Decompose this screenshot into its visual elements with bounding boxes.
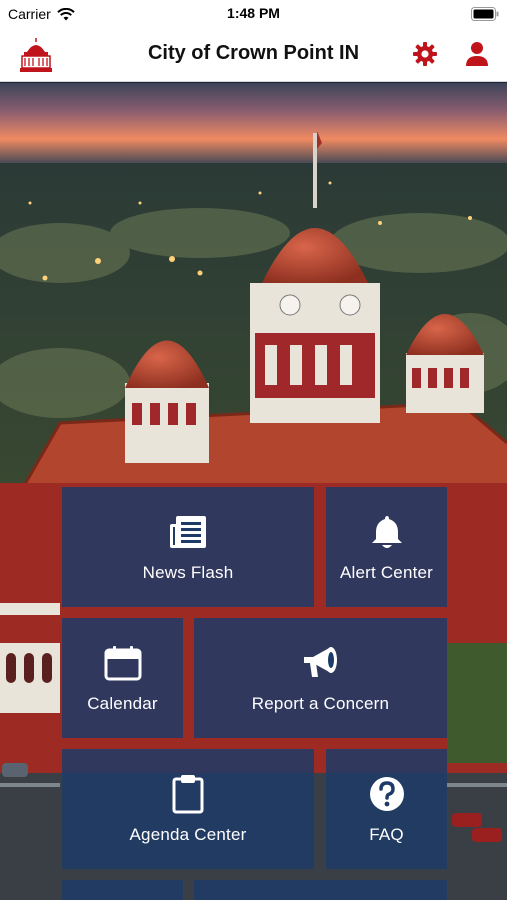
gear-icon[interactable] — [411, 40, 439, 68]
agenda-center-label: Agenda Center — [129, 825, 247, 844]
partial-tile[interactable] — [62, 880, 183, 900]
calendar-icon — [102, 642, 144, 684]
status-bar: Carrier 1:48 PM — [0, 0, 507, 28]
report-concern-tile[interactable]: Report a Concern — [194, 618, 447, 738]
partial-tile[interactable] — [194, 880, 447, 900]
question-icon — [366, 773, 408, 815]
user-profile-icon[interactable] — [463, 40, 491, 68]
agenda-center-tile[interactable]: Agenda Center — [62, 749, 314, 869]
app-header: City of Crown Point IN — [0, 28, 507, 82]
megaphone-icon — [300, 642, 342, 684]
news-flash-label: News Flash — [142, 563, 234, 582]
bell-icon — [366, 511, 408, 553]
faq-label: FAQ — [369, 825, 404, 844]
newspaper-icon — [167, 511, 209, 553]
alert-center-label: Alert Center — [339, 563, 434, 582]
alert-center-tile[interactable]: Alert Center — [326, 487, 447, 607]
status-time: 1:48 PM — [227, 5, 280, 21]
faq-tile[interactable]: FAQ — [326, 749, 447, 869]
report-concern-label: Report a Concern — [251, 694, 390, 713]
calendar-tile[interactable]: Calendar — [62, 618, 183, 738]
news-flash-tile[interactable]: News Flash — [62, 487, 314, 607]
clipboard-icon — [167, 773, 209, 815]
calendar-label: Calendar — [87, 694, 158, 713]
battery-icon — [471, 7, 499, 24]
